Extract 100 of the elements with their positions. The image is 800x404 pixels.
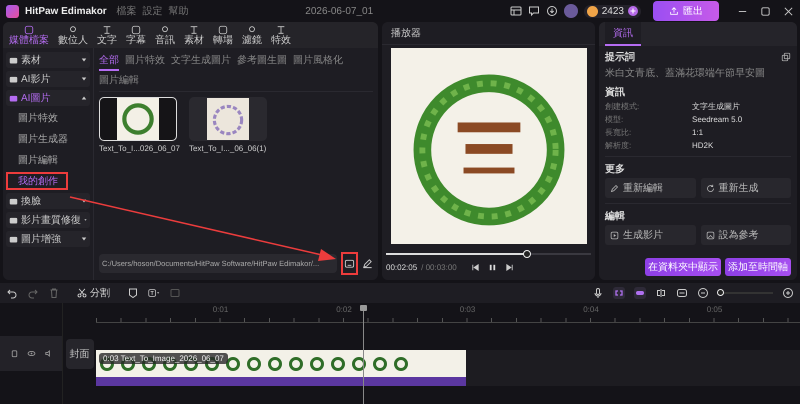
- detail-value: 文字生成圖片: [692, 101, 740, 112]
- sidebar-subitem[interactable]: 圖片生成器: [6, 130, 90, 148]
- caret-icon: [81, 236, 87, 242]
- action-button[interactable]: 重新生成: [700, 178, 791, 198]
- detail-value: HD2K: [692, 140, 714, 151]
- sidebar-item[interactable]: AI圖片: [6, 90, 90, 106]
- previous-frame-icon[interactable]: [470, 263, 480, 272]
- next-frame-icon[interactable]: [504, 263, 514, 272]
- menu-item[interactable]: 設定: [142, 4, 163, 18]
- current-time: 00:02:05: [386, 263, 418, 272]
- toolbar-tab[interactable]: 素材: [180, 22, 208, 48]
- text-icon: [102, 24, 112, 34]
- scissors-icon: [77, 288, 87, 298]
- toolbar-tab[interactable]: 文字: [93, 22, 121, 48]
- delete-icon[interactable]: [48, 287, 60, 299]
- coin-icon: [586, 6, 598, 16]
- action-button[interactable]: 設為參考: [700, 225, 791, 245]
- ruler-label: 0:03: [460, 305, 476, 316]
- clip-label: 0:03 Text_To_Image_2026_06_07: [99, 353, 228, 364]
- menu-item[interactable]: 幫助: [168, 4, 189, 18]
- section-heading: 更多: [605, 162, 626, 176]
- action-button[interactable]: 重新編輯: [605, 178, 696, 198]
- filter-tab[interactable]: 全部: [99, 51, 119, 71]
- footer-action-button[interactable]: 添加至時間軸: [725, 258, 791, 276]
- media-name: Text_To_I...026_06_07: [99, 144, 180, 153]
- sidebar-subitem[interactable]: 圖片特效: [6, 109, 90, 127]
- pause-icon[interactable]: [488, 263, 497, 272]
- caret-icon: [81, 198, 87, 204]
- filter-tab[interactable]: 文字生成圖片: [171, 51, 231, 71]
- detail-label: 解析度:: [605, 140, 632, 151]
- section-heading: 提示詞: [605, 50, 635, 64]
- ruler-label: 0:04: [583, 305, 599, 316]
- wreath-image: [116, 98, 160, 140]
- sidebar-item[interactable]: 素材: [6, 52, 90, 68]
- eye-icon[interactable]: [26, 349, 36, 358]
- speaker-icon[interactable]: [44, 349, 52, 358]
- zoom-slider-handle[interactable]: [716, 289, 724, 296]
- toolbar-tab[interactable]: 字幕: [122, 22, 150, 48]
- refresh-icon: [706, 184, 714, 192]
- toolbar-tab[interactable]: 媒體檔案: [5, 22, 53, 48]
- menu-item[interactable]: 檔案: [116, 4, 137, 18]
- feedback-icon[interactable]: [528, 5, 540, 17]
- toolbar-tab[interactable]: 轉場: [209, 22, 237, 48]
- toolbar-tab[interactable]: 音訊: [151, 22, 179, 48]
- total-time: / 00:03:00: [421, 263, 457, 272]
- action-button[interactable]: 生成影片: [605, 225, 696, 245]
- close-icon[interactable]: [782, 6, 794, 16]
- play-icon: [610, 230, 619, 240]
- cover-button[interactable]: 封面: [66, 338, 94, 368]
- media-thumbnail[interactable]: [188, 97, 267, 141]
- sidebar-item[interactable]: AI影片: [6, 71, 90, 87]
- scrubber-handle[interactable]: [523, 250, 532, 258]
- sidebar-item[interactable]: 圖片增強: [6, 231, 90, 247]
- app-title: HitPaw Edimakor: [25, 6, 107, 16]
- avatar[interactable]: [564, 4, 578, 18]
- sidebar-item[interactable]: 影片畫質修復: [6, 212, 90, 228]
- caret-icon: [81, 76, 87, 82]
- ruler-label: 0:05: [706, 305, 722, 316]
- info-tab[interactable]: 資訊: [605, 22, 641, 46]
- microphone-icon[interactable]: [592, 287, 604, 299]
- filter-tab[interactable]: 圖片特效: [125, 51, 165, 71]
- toolbar-tab[interactable]: 濾鏡: [238, 22, 266, 48]
- detail-value: 1:1: [692, 127, 704, 138]
- detail-label: 創建模式:: [605, 101, 640, 112]
- sidebar-item[interactable]: 換臉: [6, 193, 90, 209]
- marker-icon[interactable]: [127, 287, 139, 299]
- fit-width-icon[interactable]: [676, 287, 688, 299]
- text-dropdown-icon[interactable]: [148, 287, 160, 299]
- redo-icon[interactable]: [27, 287, 39, 299]
- project-title: 2026-06-07_01: [305, 6, 374, 16]
- undo-icon[interactable]: [6, 287, 18, 299]
- add-credits-icon[interactable]: [628, 6, 638, 16]
- zoom-out-icon[interactable]: [697, 287, 709, 299]
- footer-action-button[interactable]: 在資料夾中顯示: [645, 258, 721, 276]
- media-thumbnail[interactable]: [99, 97, 177, 141]
- pencil-icon[interactable]: [362, 258, 373, 269]
- filter-tab[interactable]: 參考圖生圖: [237, 51, 287, 71]
- copy-icon[interactable]: [781, 52, 791, 62]
- zoom-slider[interactable]: [718, 289, 773, 297]
- sidebar-subitem[interactable]: 圖片編輯: [6, 151, 90, 169]
- split-button[interactable]: 分割: [77, 286, 110, 300]
- caret-icon: [81, 57, 87, 63]
- export-button[interactable]: 匯出: [652, 1, 719, 21]
- section-heading: 資訊: [605, 86, 626, 99]
- maximize-icon[interactable]: [760, 6, 771, 16]
- split-track-icon[interactable]: [655, 287, 667, 299]
- filter-tab[interactable]: 圖片編輯: [99, 71, 139, 89]
- section-heading: 編輯: [605, 210, 626, 223]
- download-icon[interactable]: [546, 5, 558, 17]
- detail-label: 長寬比:: [605, 127, 632, 138]
- prompt-text: 米白文青底、蓋滿花環端午節早安圖: [605, 66, 766, 80]
- layout-icon[interactable]: [510, 5, 522, 17]
- caret-icon: [81, 95, 87, 101]
- sidebar-subitem[interactable]: 我的創作: [10, 172, 68, 190]
- flower-wreath-image: [206, 98, 250, 140]
- toolbar-tab[interactable]: 數位人: [54, 22, 92, 48]
- detail-value: Seedream 5.0: [692, 114, 742, 125]
- toolbar-tab[interactable]: 特效: [267, 22, 295, 48]
- filter-tab[interactable]: 圖片風格化: [293, 51, 343, 71]
- zoom-in-icon[interactable]: [782, 287, 794, 299]
